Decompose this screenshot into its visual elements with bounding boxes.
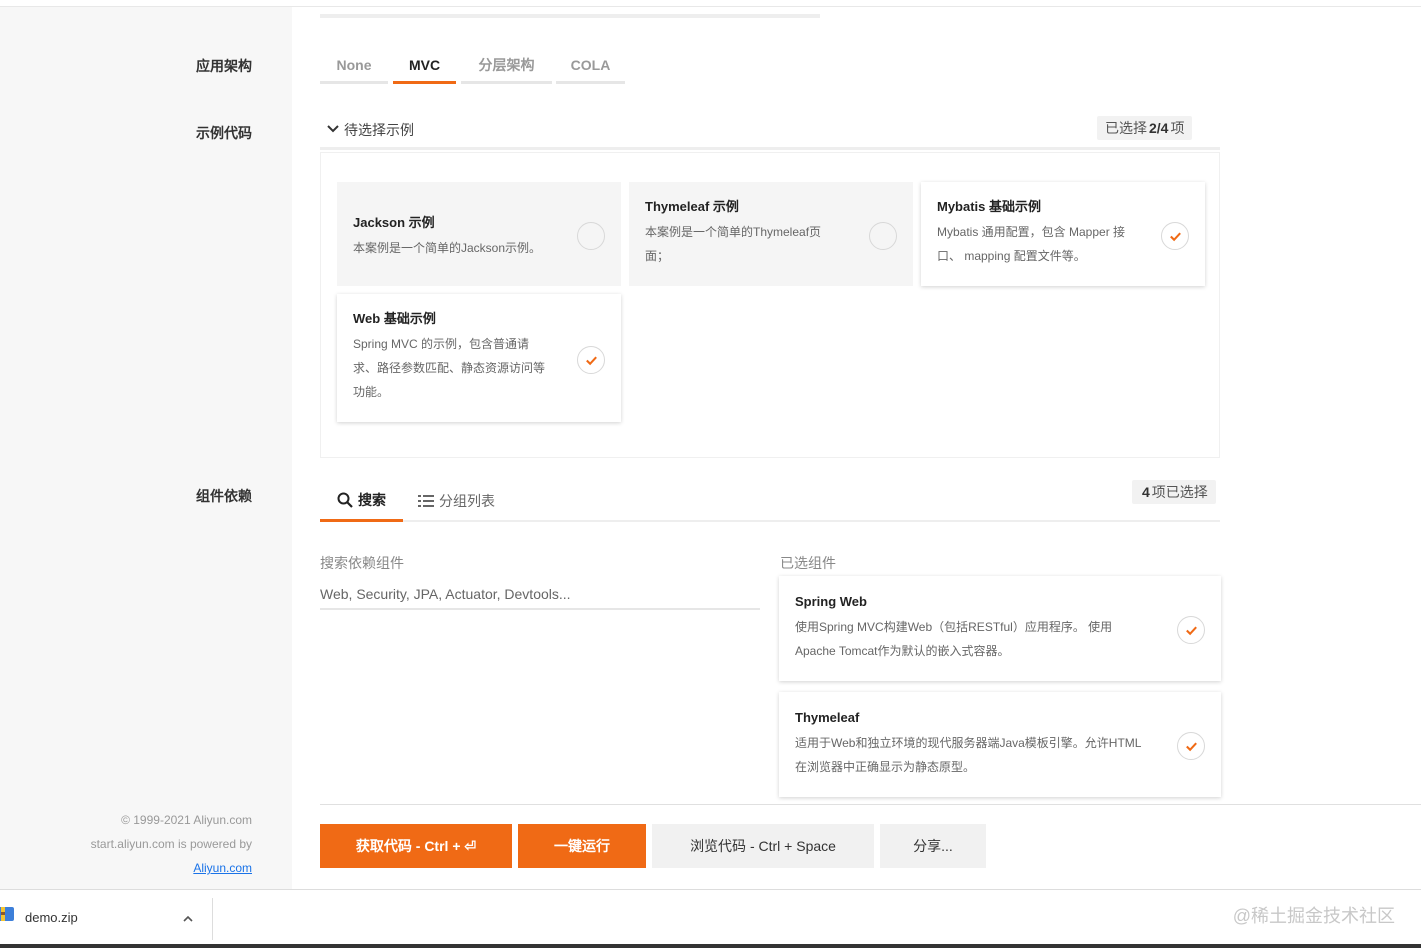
search-label: 搜索依赖组件 <box>320 555 404 571</box>
tab-none[interactable]: None <box>320 48 388 84</box>
tab-mvc[interactable]: MVC <box>393 48 456 84</box>
bottom-strip <box>0 944 1421 948</box>
check-icon[interactable] <box>1177 732 1205 760</box>
count-value: 4 <box>1142 484 1150 500</box>
selected-dep-spring-web[interactable]: Spring Web 使用Spring MVC构建Web（包括RESTful）应… <box>779 576 1221 681</box>
get-code-button[interactable]: 获取代码 - Ctrl + ⏎ <box>320 824 512 868</box>
samples-label: 示例代码 <box>196 125 252 141</box>
sample-card-jackson[interactable]: Jackson 示例 本案例是一个简单的Jackson示例。 <box>337 182 621 286</box>
card-desc: 本案例是一个简单的Thymeleaf页面； <box>645 225 822 263</box>
card-title: Web 基础示例 <box>353 311 436 326</box>
card-title: Mybatis 基础示例 <box>937 199 1042 214</box>
actions-divider <box>320 804 1421 805</box>
search-icon <box>337 492 353 508</box>
aliyun-link[interactable]: Aliyun.com <box>193 861 252 875</box>
card-desc: Spring MVC 的示例，包含普通请求、路径参数匹配、静态资源访问等功能。 <box>353 337 546 399</box>
count-value: 2/4 <box>1149 120 1169 136</box>
run-button[interactable]: 一键运行 <box>518 824 646 868</box>
tab-search-label: 搜索 <box>358 491 386 508</box>
card-desc: 本案例是一个简单的Jackson示例。 <box>353 241 542 255</box>
selected-components-label: 已选组件 <box>780 555 836 571</box>
share-button[interactable]: 分享... <box>880 824 986 868</box>
card-title: Jackson 示例 <box>353 215 435 230</box>
card-desc: 使用Spring MVC构建Web（包括RESTful）应用程序。 使用Apac… <box>795 620 1113 658</box>
count-suffix: 项已选择 <box>1151 484 1208 500</box>
chevron-up-icon[interactable] <box>182 912 194 924</box>
card-title: Thymeleaf <box>795 710 860 725</box>
tab-group-list[interactable]: 分组列表 <box>418 480 495 522</box>
dependencies-count-badge: 4 项已选择 <box>1132 480 1216 504</box>
copyright-text: © 1999-2021 Aliyun.com <box>121 813 252 827</box>
card-title: Spring Web <box>795 594 867 609</box>
zip-file-icon <box>0 904 16 924</box>
watermark-text: @稀土掘金技术社区 <box>1232 906 1395 926</box>
sample-card-thymeleaf[interactable]: Thymeleaf 示例 本案例是一个简单的Thymeleaf页面； <box>629 182 913 286</box>
sample-card-mybatis[interactable]: Mybatis 基础示例 Mybatis 通用配置，包含 Mapper 接口、 … <box>921 182 1205 286</box>
dependencies-label: 组件依赖 <box>196 488 252 504</box>
list-icon <box>418 495 434 507</box>
download-bar: demo.zip @稀土掘金技术社区 <box>0 889 1421 944</box>
selected-dep-thymeleaf[interactable]: Thymeleaf 适用于Web和独立环境的现代服务器端Java模板引擎。允许H… <box>779 692 1221 797</box>
chevron-down-icon[interactable] <box>326 122 340 136</box>
architecture-label: 应用架构 <box>196 58 252 74</box>
tab-cola[interactable]: COLA <box>556 48 625 84</box>
download-divider <box>212 898 213 940</box>
sample-card-web[interactable]: Web 基础示例 Spring MVC 的示例，包含普通请求、路径参数匹配、静态… <box>337 294 621 422</box>
tab-layered[interactable]: 分层架构 <box>461 48 552 84</box>
check-icon[interactable] <box>1161 222 1189 250</box>
tab-group-list-label: 分组列表 <box>439 493 495 509</box>
count-suffix: 项 <box>1170 120 1185 136</box>
unchecked-circle-icon[interactable] <box>869 222 897 250</box>
powered-by-text: start.aliyun.com is powered by <box>90 837 252 851</box>
check-icon[interactable] <box>577 346 605 374</box>
browse-code-button[interactable]: 浏览代码 - Ctrl + Space <box>652 824 874 868</box>
count-prefix: 已选择 <box>1105 120 1147 136</box>
search-input[interactable] <box>320 580 760 610</box>
download-file-name[interactable]: demo.zip <box>25 910 78 925</box>
card-desc: 适用于Web和独立环境的现代服务器端Java模板引擎。允许HTML在浏览器中正确… <box>795 736 1142 774</box>
check-icon[interactable] <box>1177 616 1205 644</box>
top-progress-track <box>320 14 820 18</box>
samples-header: 待选择示例 已选择 2/4 项 <box>320 114 1220 150</box>
footer-link-wrapper: Aliyun.com <box>193 861 252 875</box>
card-title: Thymeleaf 示例 <box>645 199 739 214</box>
unchecked-circle-icon[interactable] <box>577 222 605 250</box>
tab-search[interactable]: 搜索 <box>320 480 403 522</box>
samples-toggle[interactable]: 待选择示例 <box>344 120 414 140</box>
card-desc: Mybatis 通用配置，包含 Mapper 接口、 mapping 配置文件等… <box>937 225 1126 263</box>
samples-count-badge: 已选择 2/4 项 <box>1097 116 1193 140</box>
